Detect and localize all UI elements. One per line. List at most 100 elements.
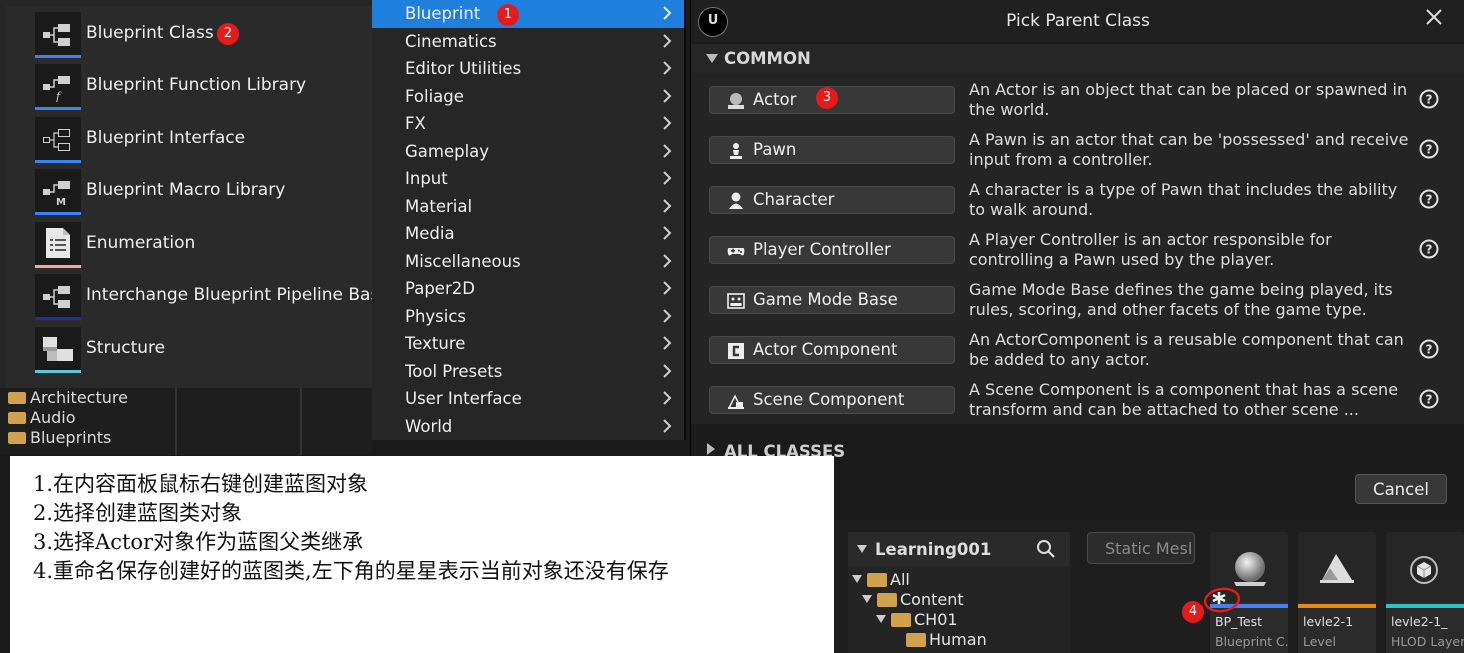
pick-parent-class-dialog: U Pick Parent Class COMMON Actor An Acto… bbox=[690, 0, 1464, 520]
svg-text:f: f bbox=[55, 90, 62, 102]
category-tool-presets[interactable]: Tool Presets bbox=[372, 358, 684, 386]
close-icon[interactable] bbox=[1423, 6, 1445, 28]
chevron-right-icon bbox=[663, 253, 672, 268]
all-classes-section-header[interactable]: ALL CLASSES bbox=[691, 438, 1464, 461]
chevron-right-icon bbox=[663, 198, 672, 213]
category-user-interface[interactable]: User Interface bbox=[372, 385, 684, 413]
step-marker-2: 2 bbox=[217, 23, 239, 45]
character-button[interactable]: Character bbox=[709, 186, 955, 214]
category-physics[interactable]: Physics bbox=[372, 303, 684, 331]
tree-item-content[interactable]: Content bbox=[862, 590, 964, 610]
folder-icon bbox=[8, 412, 26, 424]
category-paper2d[interactable]: Paper2D bbox=[372, 275, 684, 303]
type-color-bar bbox=[35, 370, 81, 373]
menu-item-interchange-blueprint-pipeline-base[interactable]: Interchange Blueprint Pipeline Base bbox=[6, 271, 390, 323]
level-icon bbox=[1320, 554, 1354, 583]
chevron-right-icon bbox=[663, 88, 672, 103]
help-icon[interactable]: ? bbox=[1419, 339, 1439, 359]
category-editor-utilities[interactable]: Editor Utilities bbox=[372, 55, 684, 83]
common-class-list: Actor An Actor is an object that can be … bbox=[691, 74, 1464, 424]
category-cinematics[interactable]: Cinematics bbox=[372, 28, 684, 56]
svg-text:?: ? bbox=[1426, 93, 1433, 107]
type-color-bar bbox=[35, 55, 81, 58]
help-icon[interactable]: ? bbox=[1419, 139, 1439, 159]
category-world[interactable]: World bbox=[372, 413, 684, 441]
class-row-player-controller: Player Controller A Player Controller is… bbox=[691, 224, 1464, 274]
function-library-icon: f bbox=[35, 64, 81, 110]
actor-icon bbox=[728, 93, 744, 109]
type-color-bar bbox=[35, 107, 81, 110]
folder-open-icon bbox=[877, 593, 897, 607]
category-texture[interactable]: Texture bbox=[372, 330, 684, 358]
category-input[interactable]: Input bbox=[372, 165, 684, 193]
category-miscellaneous[interactable]: Miscellaneous bbox=[372, 248, 684, 276]
step-marker-1: 1 bbox=[497, 4, 519, 26]
folder-icon bbox=[8, 392, 26, 404]
category-gameplay[interactable]: Gameplay bbox=[372, 138, 684, 166]
svg-text:?: ? bbox=[1426, 193, 1433, 207]
svg-text:?: ? bbox=[1426, 143, 1433, 157]
folder-blueprints[interactable]: Blueprints bbox=[8, 428, 111, 447]
menu-item-blueprint-interface[interactable]: Blueprint Interface bbox=[6, 114, 372, 166]
scene-component-button[interactable]: Scene Component bbox=[709, 386, 955, 414]
gamepad-icon bbox=[727, 248, 745, 256]
chevron-right-icon bbox=[663, 143, 672, 158]
type-color-bar bbox=[35, 265, 81, 268]
actor-component-button[interactable]: Actor Component bbox=[709, 336, 955, 364]
help-icon[interactable]: ? bbox=[1419, 389, 1439, 409]
folder-architecture[interactable]: Architecture bbox=[8, 388, 128, 407]
class-row-actor: Actor An Actor is an object that can be … bbox=[691, 74, 1464, 124]
search-icon[interactable] bbox=[1036, 539, 1056, 559]
category-blueprint[interactable]: Blueprint bbox=[372, 0, 684, 28]
game-mode-base-button[interactable]: Game Mode Base bbox=[709, 286, 955, 314]
menu-item-blueprint-macro-library[interactable]: M Blueprint Macro Library bbox=[6, 166, 372, 218]
menu-item-blueprint-function-library[interactable]: f Blueprint Function Library bbox=[6, 61, 372, 113]
asset-search-input[interactable]: Static Mesl bbox=[1087, 532, 1195, 564]
chevron-right-icon bbox=[663, 336, 672, 350]
interchange-pipeline-icon bbox=[35, 274, 81, 320]
pawn-button[interactable]: Pawn bbox=[709, 136, 955, 164]
category-media[interactable]: Media bbox=[372, 220, 684, 248]
tree-item-ch01[interactable]: CH01 bbox=[876, 610, 958, 630]
expand-arrow-icon bbox=[852, 575, 862, 583]
game-mode-icon bbox=[727, 293, 745, 309]
highlight-circle bbox=[1203, 587, 1241, 613]
annotation-note: 1.在内容面板鼠标右键创建蓝图对象 2.选择创建蓝图类对象 3.选择Actor对… bbox=[10, 456, 834, 653]
scene-component-icon bbox=[727, 394, 744, 409]
svg-text:?: ? bbox=[1426, 243, 1433, 257]
menu-item-enumeration[interactable]: Enumeration bbox=[6, 219, 372, 271]
asset-tile-levle2-1-hlod[interactable]: levle2-1_ HLOD Layer bbox=[1386, 532, 1464, 653]
chevron-right-icon bbox=[663, 308, 672, 323]
player-controller-button[interactable]: Player Controller bbox=[709, 236, 955, 264]
divider bbox=[300, 388, 302, 455]
folder-open-icon bbox=[867, 573, 887, 587]
category-menu: Blueprint Cinematics Editor Utilities Fo… bbox=[372, 0, 686, 440]
character-icon bbox=[729, 192, 743, 209]
blueprint-interface-icon bbox=[35, 117, 81, 163]
category-foliage[interactable]: Foliage bbox=[372, 83, 684, 111]
category-fx[interactable]: FX bbox=[372, 110, 684, 138]
tree-header[interactable]: Learning001 bbox=[848, 532, 1070, 566]
tree-item-human[interactable]: Human bbox=[906, 630, 987, 650]
collapse-arrow-icon bbox=[857, 545, 867, 553]
chevron-right-icon bbox=[663, 61, 672, 75]
folder-tree-panel: Learning001 All Content CH01 Human bbox=[848, 532, 1070, 653]
common-section-header[interactable]: COMMON bbox=[691, 44, 1464, 74]
chevron-right-icon bbox=[663, 171, 672, 185]
background-folder-list: Architecture Audio Blueprints bbox=[0, 388, 372, 455]
expand-arrow-icon bbox=[862, 595, 872, 603]
folder-audio[interactable]: Audio bbox=[8, 408, 75, 427]
cancel-button[interactable]: Cancel bbox=[1355, 474, 1447, 504]
help-icon[interactable]: ? bbox=[1419, 89, 1439, 109]
dialog-title-bar[interactable]: U Pick Parent Class bbox=[691, 0, 1464, 42]
help-icon[interactable]: ? bbox=[1419, 239, 1439, 259]
class-row-game-mode-base: Game Mode Base Game Mode Base defines th… bbox=[691, 274, 1464, 324]
help-icon[interactable]: ? bbox=[1419, 189, 1439, 209]
actor-component-icon bbox=[728, 343, 744, 359]
category-material[interactable]: Material bbox=[372, 193, 684, 221]
asset-tile-levle2-1[interactable]: levle2-1 Level bbox=[1298, 532, 1376, 653]
dialog-title: Pick Parent Class bbox=[1006, 11, 1150, 31]
tree-item-all[interactable]: All bbox=[852, 570, 910, 590]
menu-item-blueprint-class[interactable]: Blueprint Class bbox=[6, 9, 372, 61]
menu-item-structure[interactable]: Structure bbox=[6, 324, 372, 376]
